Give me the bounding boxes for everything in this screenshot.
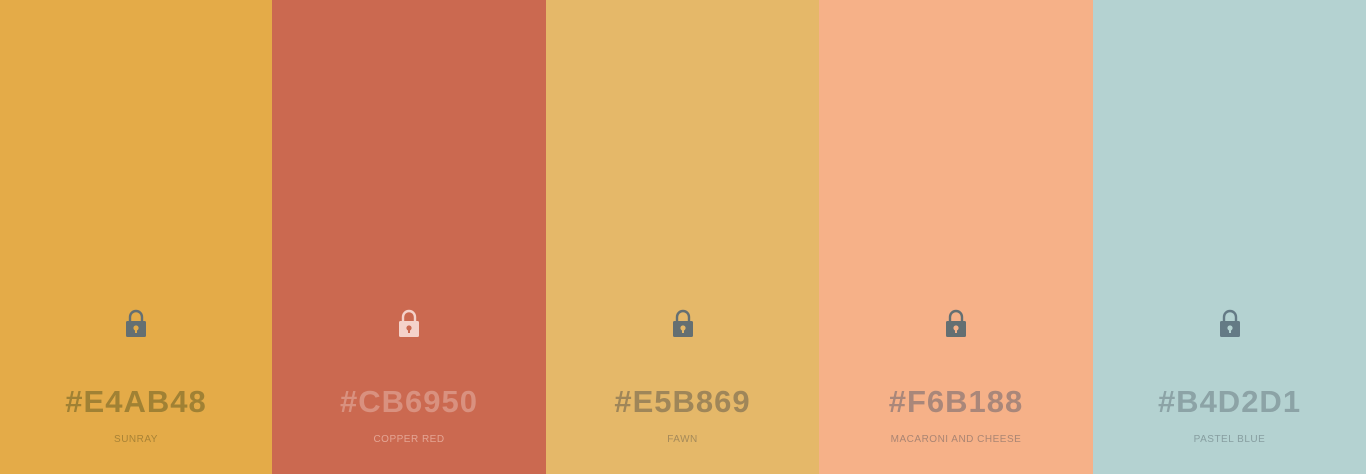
lock-icon[interactable] xyxy=(124,309,148,339)
color-swatch[interactable]: #B4D2D1 PASTEL BLUE xyxy=(1093,0,1366,474)
hex-code[interactable]: #E4AB48 xyxy=(0,382,272,422)
hex-code[interactable]: #E5B869 xyxy=(546,382,819,422)
color-name: FAWN xyxy=(667,434,698,445)
color-swatch[interactable]: #CB6950 COPPER RED xyxy=(272,0,546,474)
color-swatch[interactable]: #E5B869 FAWN xyxy=(546,0,819,474)
lock-icon[interactable] xyxy=(1218,309,1242,339)
color-palette: #E4AB48 SUNRAY #CB6950 COPPER RED #E5B86… xyxy=(0,0,1366,474)
lock-icon[interactable] xyxy=(397,309,421,339)
color-swatch[interactable]: #E4AB48 SUNRAY xyxy=(0,0,272,474)
lock-icon[interactable] xyxy=(944,309,968,339)
color-name: PASTEL BLUE xyxy=(1193,434,1266,445)
hex-code[interactable]: #CB6950 xyxy=(272,382,546,422)
hex-code[interactable]: #B4D2D1 xyxy=(1093,382,1366,422)
color-name: SUNRAY xyxy=(114,434,158,445)
color-name: MACARONI AND CHEESE xyxy=(890,434,1022,445)
color-name: COPPER RED xyxy=(373,434,445,445)
lock-icon[interactable] xyxy=(671,309,695,339)
color-swatch[interactable]: #F6B188 MACARONI AND CHEESE xyxy=(819,0,1093,474)
hex-code[interactable]: #F6B188 xyxy=(819,382,1093,422)
